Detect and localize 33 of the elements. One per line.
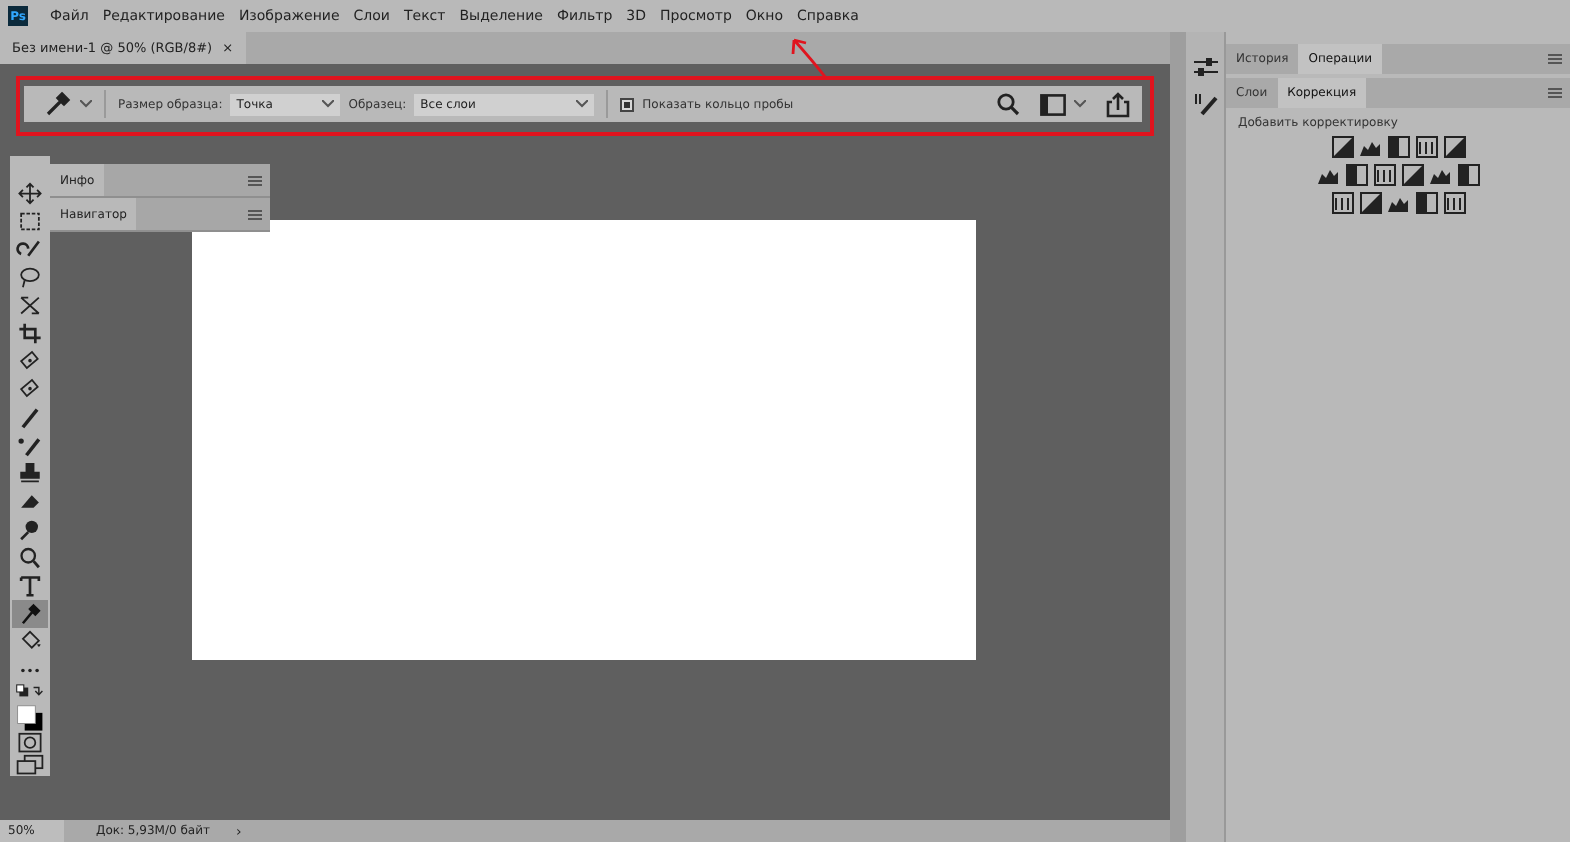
adjustment-icon[interactable] (1457, 164, 1479, 186)
annotation-arrow (790, 36, 830, 80)
menu-icon[interactable] (248, 209, 262, 219)
caret-icon[interactable] (1074, 100, 1086, 108)
caret-icon[interactable] (80, 100, 92, 108)
quick-mask-icon[interactable] (12, 732, 48, 754)
adjustment-icon[interactable] (1331, 136, 1353, 158)
menu-icon[interactable] (1548, 54, 1562, 64)
adjustment-icon[interactable] (1387, 136, 1409, 158)
adjustment-icon[interactable] (1401, 164, 1423, 186)
eyedropper-icon[interactable] (44, 90, 72, 118)
adjustment-icon[interactable] (1345, 164, 1367, 186)
color-swatches-icon[interactable] (12, 703, 48, 732)
adjustment-icon[interactable] (1331, 192, 1353, 214)
checkbox[interactable] (620, 97, 635, 111)
properties-icon[interactable] (1191, 56, 1219, 80)
move-tool-icon[interactable] (12, 180, 48, 208)
adjustment-icon[interactable] (1359, 192, 1381, 214)
screen-mode-icon[interactable] (12, 754, 48, 777)
brush-icon[interactable] (1191, 92, 1219, 116)
caret-icon (576, 100, 589, 108)
share-icon[interactable] (1106, 91, 1130, 117)
search-icon[interactable] (996, 92, 1020, 116)
adjustment-icon[interactable] (1415, 136, 1437, 158)
menu-icon[interactable] (248, 175, 262, 185)
eyedropper-tool-icon[interactable] (12, 600, 48, 628)
workspace-icon[interactable] (1040, 93, 1066, 115)
caret-icon (322, 100, 335, 108)
adjustment-icon[interactable] (1443, 192, 1465, 214)
menu-icon[interactable] (1548, 88, 1562, 98)
adjustment-icon[interactable] (1443, 136, 1465, 158)
adjustment-icon[interactable] (1373, 164, 1395, 186)
adjustment-icon[interactable] (1415, 192, 1437, 214)
